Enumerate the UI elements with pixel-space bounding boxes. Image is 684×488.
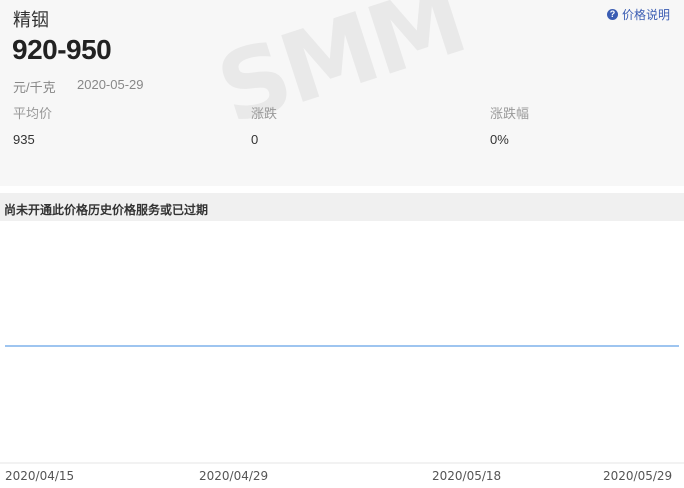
price-unit: 元/千克 [13, 80, 56, 95]
x-tick-label: 2020/05/29 [603, 469, 672, 483]
x-tick-label: 2020/04/29 [199, 469, 268, 483]
price-history-chart-svg: 2020/04/15 2020/04/29 2020/05/18 2020/05/29 [0, 345, 684, 483]
change-pct-label: 涨跌幅 [490, 106, 530, 121]
smm-watermark: SMM [205, 0, 476, 147]
x-tick-label: 2020/04/15 [5, 469, 74, 483]
change-pct-value: 0% [490, 132, 509, 147]
price-note-label: 价格说明 [621, 8, 670, 22]
help-icon: ? [606, 9, 618, 20]
price-date: 2020-05-29 [77, 77, 144, 92]
price-note-link[interactable]: ? 价格说明 [606, 6, 670, 23]
change-label: 涨跌 [251, 106, 278, 121]
price-history-chart: 2020/04/15 2020/04/29 2020/05/18 2020/05/29 [0, 221, 684, 488]
change-value: 0 [251, 132, 259, 147]
subscription-notice-text: 尚未开通此价格历史价格服务或已过期 [4, 203, 209, 217]
product-name: 精铟 [13, 10, 49, 30]
avg-price-label: 平均价 [13, 106, 53, 121]
x-tick-label: 2020/05/18 [432, 469, 501, 483]
price-range: 920-950 [12, 34, 112, 65]
price-widget: SMM 精铟 920-950 元/千克 2020-05-29 平均价 涨跌 涨跌… [0, 0, 684, 488]
subscription-notice-bar: 尚未开通此价格历史价格服务或已过期 [0, 193, 684, 221]
avg-price-value: 935 [13, 132, 35, 147]
price-summary-panel: SMM 精铟 920-950 元/千克 2020-05-29 平均价 涨跌 涨跌… [0, 0, 684, 186]
